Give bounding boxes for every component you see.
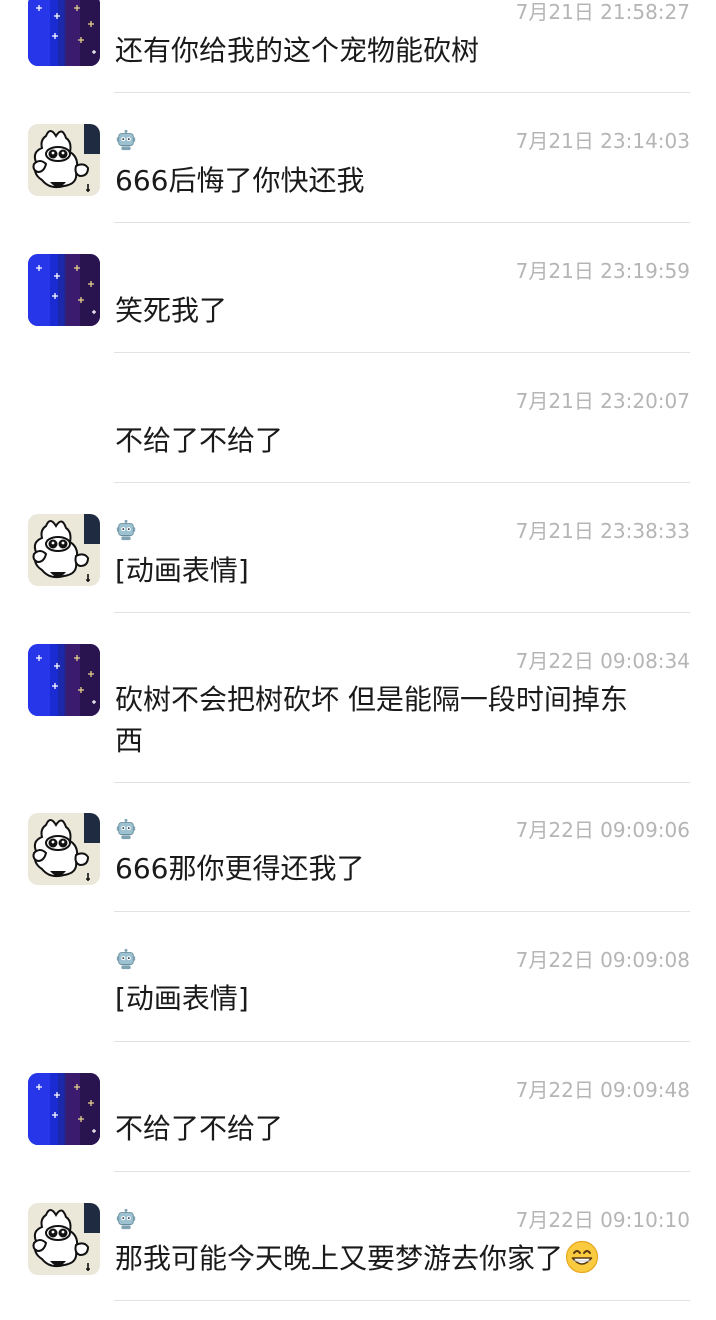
avatar-image <box>28 124 100 196</box>
message-time: 7月22日 09:09:06 <box>515 818 690 842</box>
message-text-line-2: 西 <box>115 724 144 757</box>
avatar[interactable] <box>28 1073 100 1145</box>
avatar-image <box>28 254 100 326</box>
avatar[interactable] <box>28 813 100 885</box>
avatar-image <box>28 514 100 586</box>
message-time: 7月22日 09:09:48 <box>515 1078 690 1102</box>
message-text: 那我可能今天晚上又要梦游去你家了 <box>115 1242 564 1275</box>
message-time: 7月21日 23:20:07 <box>515 389 690 413</box>
avatar[interactable] <box>28 1203 100 1275</box>
message-text: 不给了不给了 <box>115 1112 284 1145</box>
divider <box>114 1041 690 1042</box>
message-time: 7月22日 09:09:08 <box>515 948 690 972</box>
robot-icon <box>115 818 139 842</box>
message-time: 7月21日 21:58:27 <box>515 0 690 24</box>
avatar[interactable] <box>28 644 100 716</box>
message-time: 7月21日 23:38:33 <box>515 519 690 543</box>
message-text: [动画表情] <box>115 982 249 1015</box>
message-time: 7月21日 23:14:03 <box>515 129 690 153</box>
avatar-image <box>28 0 100 66</box>
divider <box>114 1171 690 1172</box>
robot-icon <box>115 1208 139 1232</box>
avatar-image <box>28 813 100 885</box>
divider <box>114 782 690 783</box>
message-text: 666那你更得还我了 <box>115 852 365 885</box>
avatar-image <box>28 1203 100 1275</box>
message-text: [动画表情] <box>115 554 249 587</box>
grinning-face-icon <box>565 1240 599 1274</box>
message-text: 笑死我了 <box>115 294 228 327</box>
divider <box>114 911 690 912</box>
avatar-image <box>28 1073 100 1145</box>
message-time: 7月21日 23:19:59 <box>515 259 690 283</box>
avatar[interactable] <box>28 0 100 66</box>
robot-icon <box>115 948 139 972</box>
robot-icon <box>115 129 139 153</box>
message-text: 不给了不给了 <box>115 424 284 457</box>
avatar[interactable] <box>28 254 100 326</box>
avatar[interactable] <box>28 124 100 196</box>
avatar[interactable] <box>28 514 100 586</box>
divider <box>114 352 690 353</box>
message-time: 7月22日 09:08:34 <box>515 649 690 673</box>
message-time: 7月22日 09:10:10 <box>515 1208 690 1232</box>
divider <box>114 1300 690 1301</box>
message-text-row: 那我可能今天晚上又要梦游去你家了 <box>115 1234 686 1284</box>
divider <box>114 612 690 613</box>
robot-icon <box>115 519 139 543</box>
avatar-image <box>28 644 100 716</box>
message-text: 还有你给我的这个宠物能砍树 <box>115 34 480 67</box>
divider <box>114 482 690 483</box>
divider <box>114 222 690 223</box>
message-text: 666后悔了你快还我 <box>115 164 365 197</box>
divider <box>114 92 690 93</box>
